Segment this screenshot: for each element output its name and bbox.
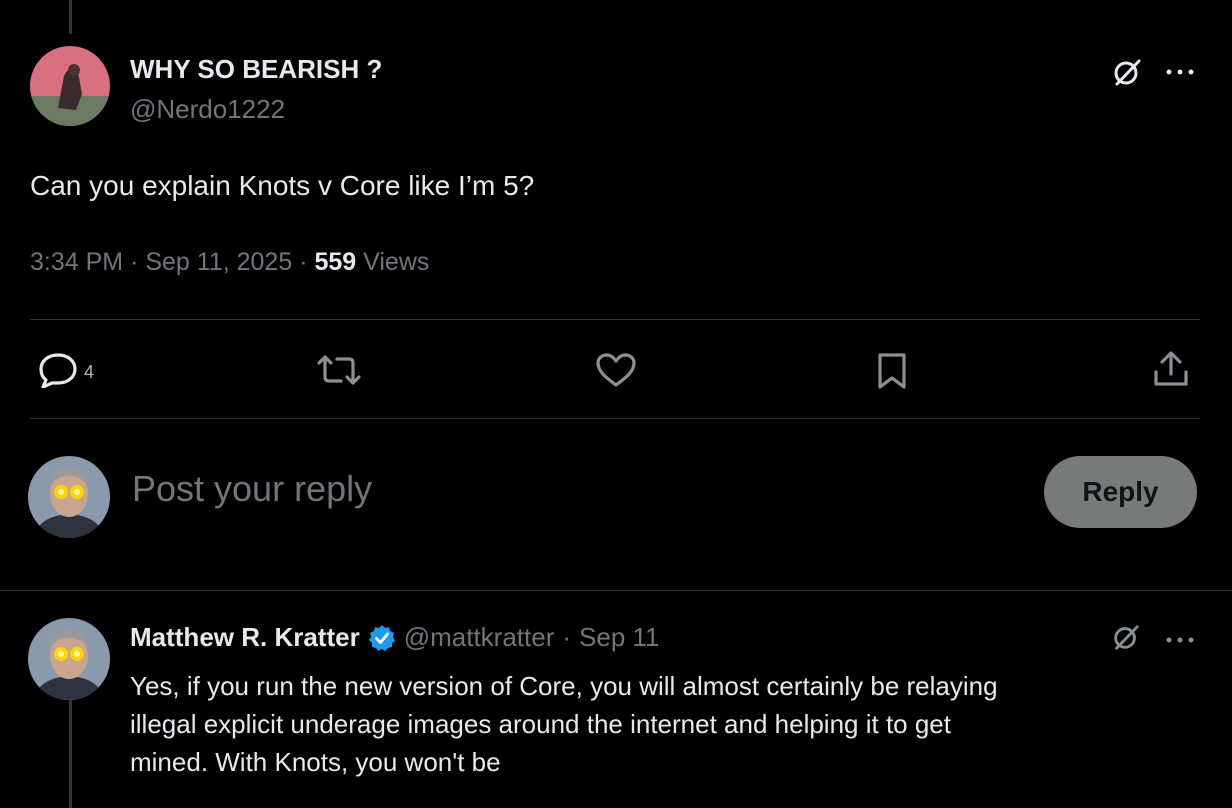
post-meta: 3:34 PM · Sep 11, 2025 · 559 Views	[30, 248, 429, 277]
reply-action[interactable]: 4	[38, 352, 94, 393]
post-time[interactable]: 3:34 PM	[30, 248, 123, 276]
reply-text-line: Yes, if you run the new version of Core,…	[130, 671, 998, 701]
reply-input[interactable]: Post your reply	[132, 468, 372, 510]
thread-line-top	[69, 0, 72, 34]
author-handle[interactable]: @Nerdo1222	[130, 94, 285, 125]
reply-text-line: illegal explicit underage images around …	[130, 709, 951, 739]
grok-icon[interactable]	[1111, 622, 1141, 657]
repost-icon[interactable]	[315, 353, 363, 392]
views-count: 559	[314, 248, 357, 276]
grok-icon[interactable]	[1111, 56, 1143, 93]
views-label: Views	[363, 248, 430, 276]
bookmark-icon[interactable]	[876, 352, 908, 395]
heart-icon[interactable]	[595, 352, 637, 393]
divider	[30, 418, 1200, 419]
post-text: Can you explain Knots v Core like I’m 5?	[30, 170, 535, 201]
reply-text-line: mined. With Knots, you won't be	[130, 747, 501, 777]
more-icon[interactable]	[1165, 64, 1195, 82]
reply-header: Matthew R. Kratter @mattkratter · Sep 11	[130, 622, 660, 653]
reply-author-handle[interactable]: @mattkratter	[404, 622, 555, 653]
reply-count: 4	[84, 362, 95, 382]
divider	[30, 319, 1200, 320]
current-user-avatar[interactable]	[28, 456, 110, 538]
author-display-name[interactable]: WHY SO BEARISH ?	[130, 54, 382, 85]
verified-badge-icon	[368, 624, 396, 652]
reply-author-avatar[interactable]	[28, 618, 110, 700]
section-divider	[0, 590, 1232, 591]
reply-icon	[38, 352, 78, 393]
meta-separator: ·	[562, 622, 572, 652]
meta-separator: ·	[130, 248, 146, 276]
reply-date[interactable]: Sep 11	[579, 622, 659, 653]
thread-line-bottom	[69, 700, 72, 808]
author-avatar[interactable]	[30, 46, 110, 126]
reply-button[interactable]: Reply	[1044, 456, 1197, 528]
meta-separator: ·	[299, 248, 315, 276]
more-icon[interactable]	[1165, 632, 1195, 650]
share-icon[interactable]	[1152, 350, 1190, 393]
post-date[interactable]: Sep 11, 2025	[145, 248, 292, 276]
reply-author-name[interactable]: Matthew R. Kratter	[130, 622, 360, 653]
